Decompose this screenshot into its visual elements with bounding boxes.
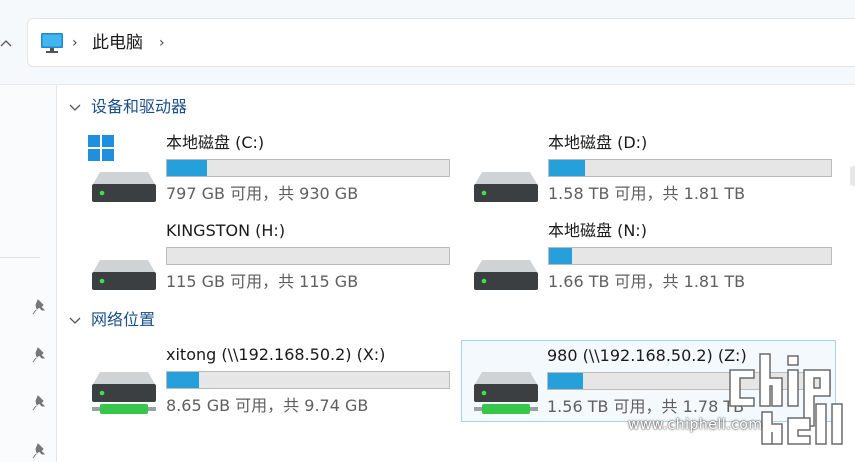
hard-drive-icon — [92, 172, 156, 202]
chevron-down-icon[interactable] — [68, 313, 82, 327]
drive-usage-fill — [549, 160, 585, 176]
navigation-pane — [0, 85, 57, 462]
monitor-icon — [41, 33, 63, 53]
drive-name: xitong (\\192.168.50.2) (X:) — [166, 345, 386, 364]
drive-tile-h[interactable]: KINGSTON (H:) 115 GB 可用，共 115 GB — [62, 216, 450, 296]
drive-space-text: 115 GB 可用，共 115 GB — [166, 272, 359, 291]
address-area: › 此电脑 › — [0, 0, 855, 85]
group-title: 网络位置 — [91, 310, 156, 329]
drive-usage-bar — [166, 159, 450, 177]
drive-name: 本地磁盘 (C:) — [166, 133, 265, 152]
breadcrumb-this-pc[interactable]: 此电脑 — [92, 31, 143, 55]
drive-space-text: 1.56 TB 可用，共 1.78 TB — [547, 397, 745, 416]
breadcrumb-separator[interactable]: › — [72, 33, 78, 53]
drive-space-text: 1.58 TB 可用，共 1.81 TB — [548, 184, 746, 203]
address-bar[interactable]: › 此电脑 › — [27, 18, 855, 67]
network-drive-icon — [474, 372, 538, 414]
drive-usage-bar — [548, 159, 832, 177]
hard-drive-icon — [474, 260, 538, 290]
drive-usage-bar — [166, 371, 450, 389]
drive-usage-bar — [548, 247, 832, 265]
hard-drive-icon — [92, 260, 156, 290]
breadcrumb-separator[interactable]: › — [159, 33, 165, 53]
pin-icon[interactable] — [32, 394, 48, 412]
pin-icon[interactable] — [32, 346, 48, 364]
hard-drive-icon — [474, 172, 538, 202]
drive-space-text: 1.66 TB 可用，共 1.81 TB — [548, 272, 746, 291]
drive-space-text: 797 GB 可用，共 930 GB — [166, 184, 359, 203]
drive-tile-d[interactable]: 本地磁盘 (D:) 1.58 TB 可用，共 1.81 TB — [444, 128, 832, 208]
nav-divider — [0, 257, 40, 258]
watermark-url: www.chiphell.com — [628, 417, 763, 433]
network-drive-icon — [92, 372, 156, 414]
drive-tile-c[interactable]: 本地磁盘 (C:) 797 GB 可用，共 930 GB — [62, 128, 450, 208]
drive-name: KINGSTON (H:) — [166, 221, 286, 240]
drive-name: 本地磁盘 (D:) — [548, 133, 648, 152]
drive-usage-bar — [166, 247, 450, 265]
drive-name: 本地磁盘 (N:) — [548, 221, 647, 240]
group-devices-header[interactable]: 设备和驱动器 — [68, 96, 187, 118]
network-drive-tile-x[interactable]: xitong (\\192.168.50.2) (X:) 8.65 GB 可用，… — [62, 340, 450, 420]
pin-icon[interactable] — [32, 442, 48, 460]
scrollbar-thumb[interactable] — [850, 166, 855, 186]
group-network-header[interactable]: 网络位置 — [68, 309, 155, 331]
drive-tile-n[interactable]: 本地磁盘 (N:) 1.66 TB 可用，共 1.81 TB — [444, 216, 832, 296]
chevron-down-icon[interactable] — [68, 100, 82, 114]
up-arrow-icon[interactable] — [0, 34, 14, 54]
drive-name: 980 (\\192.168.50.2) (Z:) — [547, 346, 747, 365]
drive-space-text: 8.65 GB 可用，共 9.74 GB — [166, 396, 369, 415]
group-title: 设备和驱动器 — [91, 97, 188, 116]
drive-usage-fill — [167, 160, 208, 176]
pin-icon[interactable] — [32, 298, 48, 316]
drive-usage-fill — [167, 372, 199, 388]
drive-usage-fill — [548, 373, 583, 389]
drive-usage-fill — [549, 248, 573, 264]
